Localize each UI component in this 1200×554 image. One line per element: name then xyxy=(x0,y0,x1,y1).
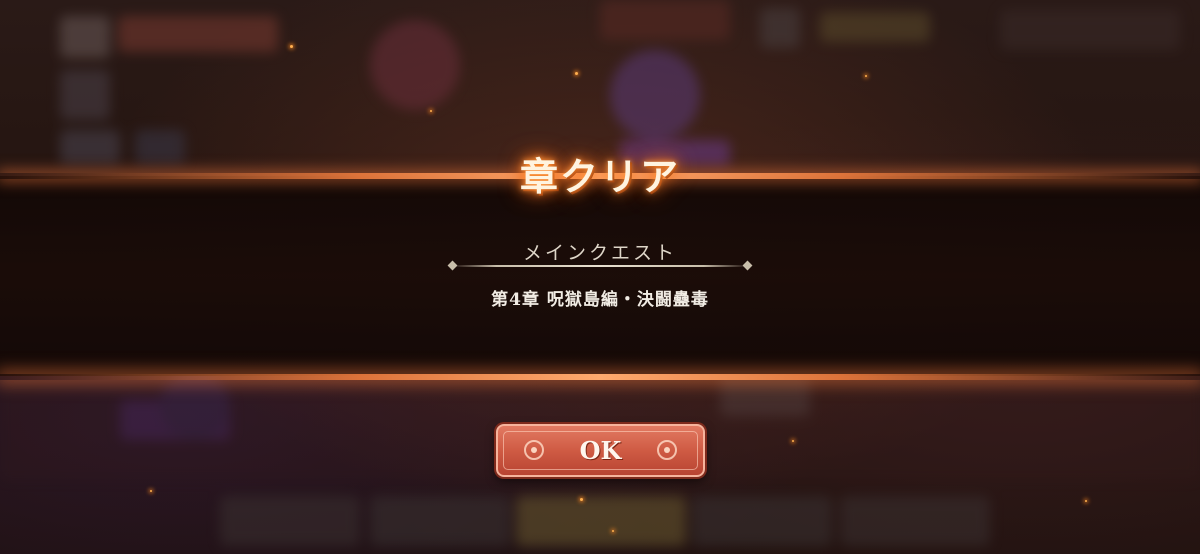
ember-particle xyxy=(612,530,614,532)
ember-particle xyxy=(580,498,583,501)
ok-button[interactable]: OK xyxy=(496,424,705,477)
ember-particle xyxy=(865,75,867,77)
banner-bottom-glow xyxy=(0,374,1200,380)
subtitle-divider xyxy=(452,265,748,267)
ember-particle xyxy=(430,110,432,112)
chapter-clear-title: 章クリア xyxy=(519,154,680,199)
chapter-clear-banner xyxy=(0,176,1200,376)
ember-particle xyxy=(290,45,293,48)
ember-particle xyxy=(150,490,152,492)
chapter-name: 第4章 呪獄島編・決闘蠱毒 xyxy=(491,290,709,310)
ember-particle xyxy=(1085,500,1087,502)
ember-particle xyxy=(575,72,578,75)
ok-button-label: OK xyxy=(579,436,622,465)
ember-particle xyxy=(792,440,794,442)
game-screen: 章クリア メインクエスト 第4章 呪獄島編・決闘蠱毒 OK xyxy=(0,0,1200,554)
quest-type-label: メインクエスト xyxy=(522,242,677,264)
